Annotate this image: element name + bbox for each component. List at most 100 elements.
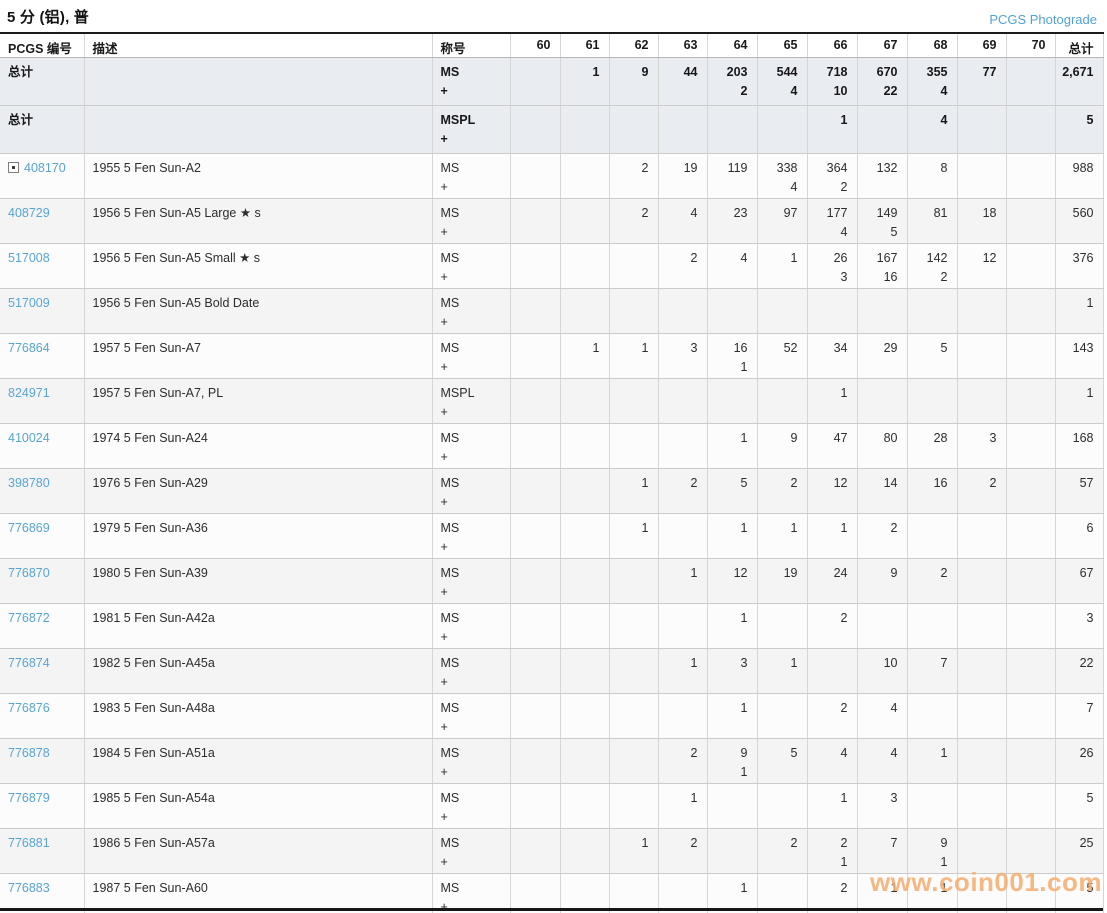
grade-61-cell [560,199,609,244]
pcgs-number-cell: 776870 [0,559,84,604]
column-header-grade-70: 70 [1006,33,1055,58]
grade-count: 81 [908,205,948,222]
pop-table-body: 总计MS+19442032544471810670223554772,671总计… [0,58,1103,913]
designation-label: MSPL [441,112,510,129]
grade-70-cell [1006,829,1055,874]
grade-count: 9 [908,835,948,852]
designation-plus-label: + [441,179,510,196]
column-header-grade-65: 65 [757,33,807,58]
designation-label: MS [441,340,510,357]
grade-65-cell: 2 [757,829,807,874]
designation-plus-label: + [441,584,510,601]
total-cell: 560 [1055,199,1103,244]
grade-67-cell: 1495 [857,199,907,244]
grade-68-cell [907,784,957,829]
pcgs-number-link[interactable]: 410024 [8,431,50,445]
grade-count: 3 [708,655,748,672]
pcgs-number-link[interactable]: 776876 [8,701,50,715]
pcgs-number-link[interactable]: 776872 [8,611,50,625]
grade-65-cell: 3384 [757,154,807,199]
grade-count: 4 [858,745,898,762]
grade-count: 149 [858,205,898,222]
designation-cell: MSPL+ [432,379,510,424]
pcgs-number-link[interactable]: 408170 [24,161,66,175]
grade-count: 1 [808,385,848,402]
pcgs-number-link[interactable]: 408729 [8,206,50,220]
pcgs-number-link[interactable]: 776870 [8,566,50,580]
grade-67-cell [857,289,907,334]
grade-64-cell [707,784,757,829]
designation-plus-label: + [441,404,510,421]
grade-count: 203 [708,64,748,81]
grade-count: 670 [858,64,898,81]
designation-label: MS [441,160,510,177]
table-row: 7768721981 5 Fen Sun-A42aMS+123 [0,604,1103,649]
expand-icon[interactable] [8,162,19,173]
designation-plus-label: + [441,449,510,466]
grade-count: 2 [610,205,649,222]
total-cell: 376 [1055,244,1103,289]
pcgs-number-link[interactable]: 398780 [8,476,50,490]
grade-69-cell [957,694,1006,739]
grade-count: 24 [808,565,848,582]
grade-64-cell: 1 [707,514,757,559]
grade-60-cell [510,829,560,874]
plus-grade-count: 2 [908,269,948,286]
designation-cell: MS+ [432,559,510,604]
pcgs-number-link[interactable]: 776869 [8,521,50,535]
grade-count: 34 [808,340,848,357]
table-row: 5170091956 5 Fen Sun-A5 Bold DateMS+1 [0,289,1103,334]
grade-count: 3 [659,340,698,357]
grade-64-cell: 2032 [707,58,757,106]
grade-66-cell: 24 [807,559,857,604]
grade-62-cell [609,604,658,649]
pcgs-number-link[interactable]: 776883 [8,881,50,895]
total-cell: 7 [1055,694,1103,739]
grade-count: 364 [808,160,848,177]
pcgs-number-link[interactable]: 824971 [8,386,50,400]
plus-grade-count: 1 [808,854,848,871]
designation-plus-label: + [441,269,510,286]
coin-description: 1981 5 Fen Sun-A42a [84,604,432,649]
grade-64-cell: 5 [707,469,757,514]
grade-count: 1 [908,880,948,897]
designation-plus-label: + [441,83,510,100]
grade-count: 19 [659,160,698,177]
column-header-grade-69: 69 [957,33,1006,58]
grade-count: 2 [858,520,898,537]
grade-65-cell: 97 [757,199,807,244]
grade-60-cell [510,199,560,244]
grade-61-cell: 1 [560,58,609,106]
table-row: 7768701980 5 Fen Sun-A39MS+11219249267 [0,559,1103,604]
pcgs-number-link[interactable]: 776879 [8,791,50,805]
pcgs-number-cell: 776872 [0,604,84,649]
grade-67-cell: 14 [857,469,907,514]
grade-61-cell [560,559,609,604]
designation-plus-label: + [441,539,510,556]
grade-70-cell [1006,424,1055,469]
grade-count: 44 [659,64,698,81]
photograde-link[interactable]: PCGS Photograde [989,12,1097,27]
grade-count: 1 [659,790,698,807]
pcgs-number-link[interactable]: 776881 [8,836,50,850]
grade-62-cell: 1 [609,334,658,379]
total-cell: 3 [1055,604,1103,649]
grade-70-cell [1006,514,1055,559]
grade-62-cell [609,379,658,424]
pcgs-number-link[interactable]: 517009 [8,296,50,310]
grade-67-cell: 16716 [857,244,907,289]
grade-62-cell [609,424,658,469]
grade-63-cell [658,514,707,559]
grade-70-cell [1006,559,1055,604]
pcgs-number-link[interactable]: 776878 [8,746,50,760]
grade-69-cell [957,289,1006,334]
grade-66-cell: 1 [807,514,857,559]
pcgs-number-cell: 776864 [0,334,84,379]
grade-70-cell [1006,106,1055,154]
grade-61-cell [560,469,609,514]
pcgs-number-link[interactable]: 517008 [8,251,50,265]
table-row: 8249711957 5 Fen Sun-A7, PLMSPL+11 [0,379,1103,424]
pcgs-number-link[interactable]: 776874 [8,656,50,670]
pcgs-number-link[interactable]: 776864 [8,341,50,355]
grade-count: 355 [908,64,948,81]
